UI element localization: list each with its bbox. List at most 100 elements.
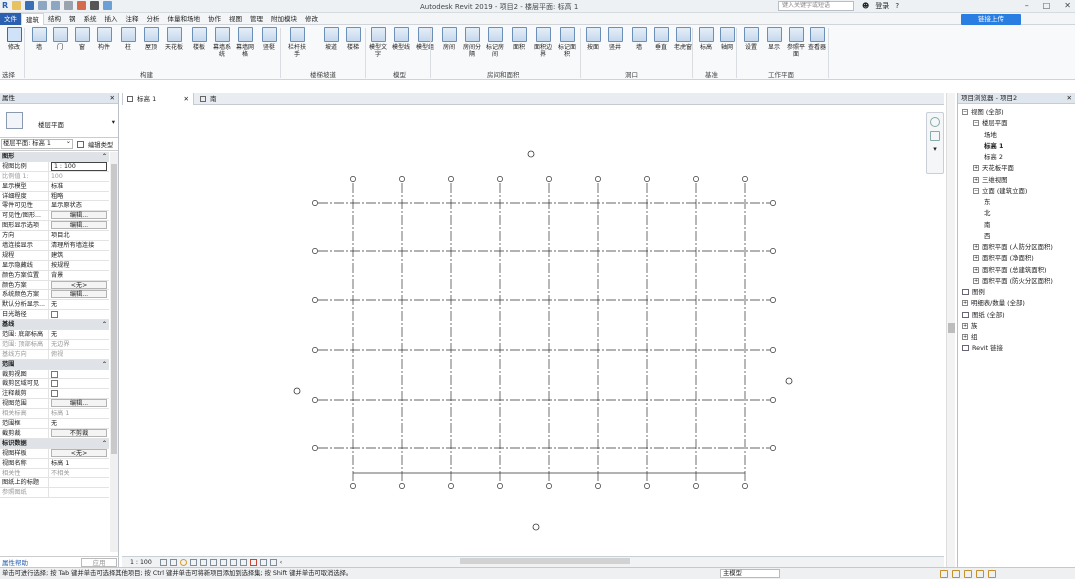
grid-bubble-left[interactable] bbox=[312, 297, 318, 303]
grid-bubble-left[interactable] bbox=[312, 445, 318, 451]
minimize-button[interactable]: – bbox=[1025, 1, 1029, 10]
property-value[interactable] bbox=[49, 379, 109, 388]
redo-icon[interactable] bbox=[51, 1, 61, 10]
instance-filter-select[interactable]: 楼层平面: 标高 1 bbox=[1, 138, 73, 149]
property-value[interactable] bbox=[49, 478, 109, 487]
tab-13[interactable]: 修改 bbox=[301, 13, 322, 25]
property-edit-button[interactable]: 编辑... bbox=[51, 399, 107, 408]
browser-node[interactable]: + 天花板平面 bbox=[973, 164, 1014, 172]
highlight-displacement-icon[interactable] bbox=[269, 558, 277, 566]
browser-node[interactable]: 图例 bbox=[962, 288, 985, 296]
property-value[interactable] bbox=[49, 370, 109, 379]
ribbon-button-1[interactable]: 墙 bbox=[28, 27, 50, 51]
select-links-icon[interactable] bbox=[964, 570, 972, 578]
ribbon-button-5[interactable]: 柱 bbox=[117, 27, 139, 51]
ribbon-button-6[interactable]: 屋顶 bbox=[140, 27, 162, 51]
property-value[interactable]: 不剪裁 bbox=[49, 428, 109, 438]
property-value[interactable]: 背景 bbox=[49, 271, 109, 280]
search-input[interactable]: 键入关键字或短语 bbox=[778, 1, 854, 11]
sun-path-icon[interactable] bbox=[179, 558, 187, 566]
type-selector[interactable]: 楼层平面 ▾ bbox=[0, 104, 118, 138]
browser-node[interactable]: 标高 2 bbox=[984, 153, 1003, 161]
view-scale[interactable]: 1 : 100 bbox=[122, 559, 160, 566]
elevation-marker-east[interactable] bbox=[785, 377, 793, 385]
grid-bubble-bottom[interactable] bbox=[399, 483, 405, 489]
property-value[interactable]: 标高 1 bbox=[49, 409, 109, 418]
active-model-select[interactable]: 主模型 bbox=[720, 569, 780, 578]
login-link[interactable]: 登录 bbox=[875, 1, 889, 11]
browser-node[interactable]: 标高 1 bbox=[984, 142, 1003, 150]
grid-bubble-bottom[interactable] bbox=[644, 483, 650, 489]
grid-bubble-bottom[interactable] bbox=[546, 483, 552, 489]
grid-bubble-top[interactable] bbox=[595, 176, 601, 182]
ribbon-button-15[interactable]: 模型文字 bbox=[367, 27, 389, 58]
grid-bubble-top[interactable] bbox=[693, 176, 699, 182]
property-value[interactable]: 无 bbox=[49, 330, 109, 339]
ribbon-button-21[interactable]: 面积 bbox=[508, 27, 530, 51]
tab-1[interactable]: 建筑 bbox=[21, 13, 44, 25]
grid-bubble-top[interactable] bbox=[644, 176, 650, 182]
property-edit-button[interactable]: <无> bbox=[51, 448, 107, 457]
grid-bubble-right[interactable] bbox=[770, 445, 776, 451]
browser-node[interactable]: + 组 bbox=[962, 333, 977, 341]
grid-bubble-left[interactable] bbox=[312, 200, 318, 206]
property-value[interactable]: <无> bbox=[49, 280, 109, 290]
expand-toggle-icon[interactable]: − bbox=[962, 109, 968, 115]
property-value[interactable]: 清理所有墙连接 bbox=[49, 241, 109, 250]
property-value[interactable]: 编辑... bbox=[49, 399, 109, 408]
tab-7[interactable]: 分析 bbox=[143, 13, 164, 25]
browser-node[interactable]: + 面积平面 (人防分区面积) bbox=[973, 243, 1053, 251]
analytical-model-icon[interactable] bbox=[259, 558, 267, 566]
ribbon-button-30[interactable]: 轴网 bbox=[716, 27, 738, 51]
grid-bubble-top[interactable] bbox=[497, 176, 503, 182]
tab-9[interactable]: 协作 bbox=[204, 13, 225, 25]
ribbon-button-20[interactable]: 标记房间 bbox=[484, 27, 506, 58]
visual-style-icon[interactable] bbox=[169, 558, 177, 566]
collapse-icon[interactable]: ⌃ bbox=[102, 439, 107, 448]
properties-scrollbar[interactable] bbox=[110, 152, 118, 552]
apply-button[interactable]: 应用 bbox=[81, 557, 117, 567]
browser-node[interactable]: 图纸 (全部) bbox=[962, 311, 1005, 319]
cloud-upload-button[interactable]: 链接上传 bbox=[961, 14, 1021, 25]
expand-toggle-icon[interactable]: + bbox=[973, 176, 979, 183]
tab-11[interactable]: 管理 bbox=[246, 13, 267, 25]
property-section[interactable]: 标识数据 ⌃ bbox=[0, 438, 109, 449]
property-value[interactable]: 无边界 bbox=[49, 340, 109, 349]
tab-8[interactable]: 体量和场地 bbox=[164, 13, 205, 25]
grid-bubble-bottom[interactable] bbox=[595, 483, 601, 489]
grid-bubble-right[interactable] bbox=[770, 200, 776, 206]
close-icon[interactable]: ✕ bbox=[110, 93, 115, 104]
property-value[interactable]: 编辑... bbox=[49, 211, 109, 220]
filter-icon[interactable] bbox=[988, 570, 996, 578]
grid-bubble-left[interactable] bbox=[312, 248, 318, 254]
ribbon-button-0[interactable]: 修改 bbox=[3, 27, 25, 51]
ribbon-button-28[interactable]: 老虎窗 bbox=[672, 27, 694, 51]
edit-type-icon[interactable] bbox=[77, 140, 84, 148]
tab-4[interactable]: 系统 bbox=[80, 13, 101, 25]
property-checkbox[interactable] bbox=[51, 370, 58, 378]
expand-toggle-icon[interactable]: − bbox=[973, 187, 979, 194]
property-checkbox[interactable] bbox=[51, 390, 58, 398]
shadows-icon[interactable] bbox=[189, 558, 197, 566]
expand-toggle-icon[interactable]: + bbox=[962, 334, 968, 340]
property-value[interactable]: 标高 1 bbox=[49, 459, 109, 468]
expand-toggle-icon[interactable]: + bbox=[973, 255, 979, 262]
ribbon-button-4[interactable]: 构件 bbox=[93, 27, 115, 51]
print-icon[interactable] bbox=[64, 1, 74, 10]
property-edit-button[interactable]: 编辑... bbox=[51, 211, 107, 220]
property-value[interactable]: 项目北 bbox=[49, 231, 109, 240]
ribbon-button-29[interactable]: 标高 bbox=[695, 27, 717, 51]
property-checkbox[interactable] bbox=[51, 380, 58, 388]
properties-help-link[interactable]: 属性帮助 bbox=[2, 557, 28, 567]
expand-toggle-icon[interactable]: − bbox=[973, 120, 979, 127]
ribbon-button-34[interactable]: 查看器 bbox=[806, 27, 828, 51]
browser-node[interactable]: − 楼层平面 bbox=[973, 119, 1008, 127]
property-value[interactable] bbox=[49, 488, 109, 497]
ribbon-button-3[interactable]: 窗 bbox=[71, 27, 93, 51]
lock-icon[interactable] bbox=[229, 558, 237, 566]
worksets-icon[interactable] bbox=[940, 570, 948, 578]
drawing-canvas[interactable] bbox=[122, 105, 944, 554]
collapse-icon[interactable]: ⌃ bbox=[102, 320, 107, 329]
ribbon-button-16[interactable]: 模型线 bbox=[390, 27, 412, 51]
undo-icon[interactable] bbox=[38, 1, 48, 10]
